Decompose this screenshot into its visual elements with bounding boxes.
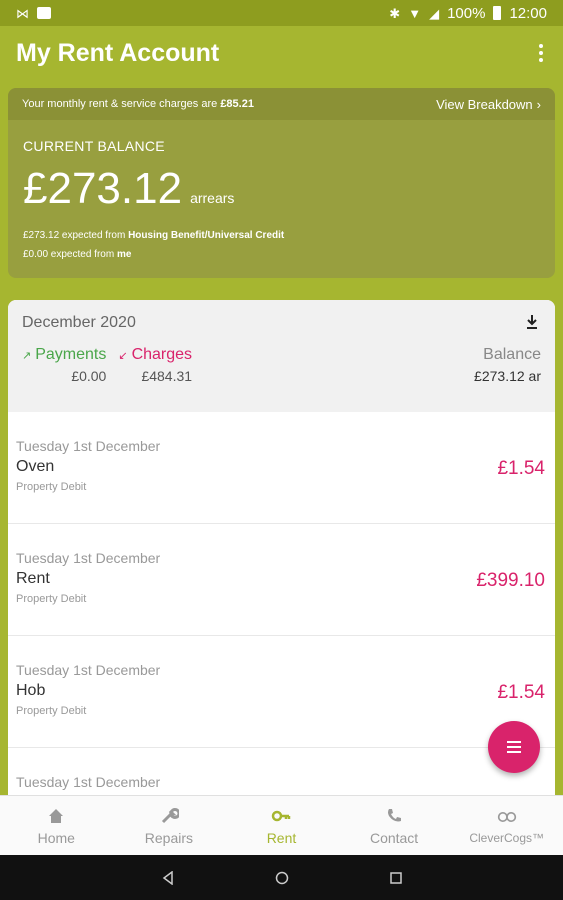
battery-icon [493,6,502,20]
monthly-charges-bar: Your monthly rent & service charges are … [8,88,555,120]
nav-rent-label: Rent [266,829,297,846]
home-icon [49,808,64,823]
transaction-amount: £1.54 [497,682,545,703]
transaction-row[interactable]: Tuesday 1st December Hob Property Debit … [8,636,555,748]
charges-value: £484.31 [141,368,193,384]
nav-contact-label: Contact [369,829,419,846]
recents-icon[interactable] [389,871,403,885]
current-balance-label: CURRENT BALANCE [23,138,165,154]
page-title: My Rent Account [16,38,220,67]
balance-status: arrears [190,190,235,206]
transaction-amount: £399.10 [476,570,545,591]
transaction-date: Tuesday 1st December [16,550,161,566]
clock: 12:00 [509,4,547,22]
monthly-charges-amount: £85.21 [220,98,254,110]
clevercogs-icon [497,811,516,822]
monthly-charges-label: Your monthly rent & service charges are [22,98,221,110]
nav-repairs-label: Repairs [144,829,194,846]
arrow-up-right-icon: ↗ [22,349,32,362]
transaction-name: Oven [16,458,55,475]
nav-rent[interactable]: Rent [225,796,338,855]
payments-total: ↗ Payments £0.00 [22,346,106,384]
expected-me-line: £0.00 expected from me [23,249,132,260]
nav-contact[interactable]: Contact [338,796,451,855]
transaction-type: Property Debit [16,705,87,717]
nav-home[interactable]: Home [0,796,113,855]
key-icon [272,810,291,821]
transaction-amount: £1.54 [497,458,545,479]
transaction-date: Tuesday 1st December [16,774,161,790]
transaction-type: Property Debit [16,593,87,605]
status-indicators: ✱ ▼ ◢ 100% 12:00 [389,5,547,22]
balance-total: Balance £273.12 ar [474,346,541,384]
transaction-name: Rent [16,570,50,587]
back-icon[interactable] [161,870,175,885]
month-title: December 2020 [22,314,136,331]
nav-clevercogs[interactable]: CleverCogs™ [450,796,563,855]
transaction-row[interactable]: Tuesday 1st December Oven Property Debit… [8,412,555,524]
status-bar: ⋈ ✱ ▼ ◢ 100% 12:00 [0,0,563,26]
transaction-row[interactable]: Tuesday 1st December Rent Property Debit… [8,524,555,636]
payments-value: £0.00 [71,368,107,384]
monthly-charges-text: Your monthly rent & service charges are … [22,98,254,110]
balance-summary-card: Your monthly rent & service charges are … [8,88,555,278]
payments-label: Payments [35,346,107,363]
transaction-date: Tuesday 1st December [16,662,161,678]
transaction-type: Property Debit [16,481,87,493]
home-circle-icon[interactable] [275,871,289,885]
nav-repairs[interactable]: Repairs [113,796,226,855]
transaction-row[interactable]: Tuesday 1st December [8,748,555,800]
download-icon[interactable] [525,314,539,330]
balance-value: £273.12 ar [474,368,541,384]
current-balance-amount: £273.12 [23,164,183,213]
image-notification-icon [37,7,51,19]
mail-notification-icon: ⋈ [16,5,29,21]
charges-total: ↙ Charges £484.31 [118,346,192,384]
chevron-right-icon: › [536,96,541,112]
nav-home-label: Home [37,829,75,846]
month-header: December 2020 ↗ Payments £0.00 ↙ Charges £… [8,300,555,412]
bottom-navigation: Home Repairs Rent Contact CleverCogs™ [0,795,563,855]
wrench-icon [161,807,179,823]
view-breakdown-label: View Breakdown [436,96,533,112]
wifi-icon: ▼ [408,5,422,21]
system-navigation-bar [0,855,563,900]
transaction-name: Hob [16,682,46,699]
battery-percent: 100% [447,4,486,22]
expected-hb-line: £273.12 expected from Housing Benefit/Un… [23,230,285,241]
phone-icon [388,808,402,821]
transaction-date: Tuesday 1st December [16,438,161,454]
signal-icon: ◢ [429,5,440,21]
balance-label: Balance [483,346,541,363]
bluetooth-icon: ✱ [389,5,401,21]
nav-clevercogs-label: CleverCogs™ [469,830,545,845]
view-breakdown-link[interactable]: View Breakdown › [436,97,541,112]
app-bar: My Rent Account [0,26,563,80]
status-notifications: ⋈ [16,7,51,20]
arrow-down-left-icon: ↙ [118,349,128,362]
more-options-icon[interactable] [535,38,547,68]
menu-fab-button[interactable] [488,721,540,773]
expected-payments: £273.12 expected from Housing Benefit/Un… [23,226,540,264]
statement-card: December 2020 ↗ Payments £0.00 ↙ Charges £… [8,300,555,800]
charges-label: Charges [131,346,193,363]
